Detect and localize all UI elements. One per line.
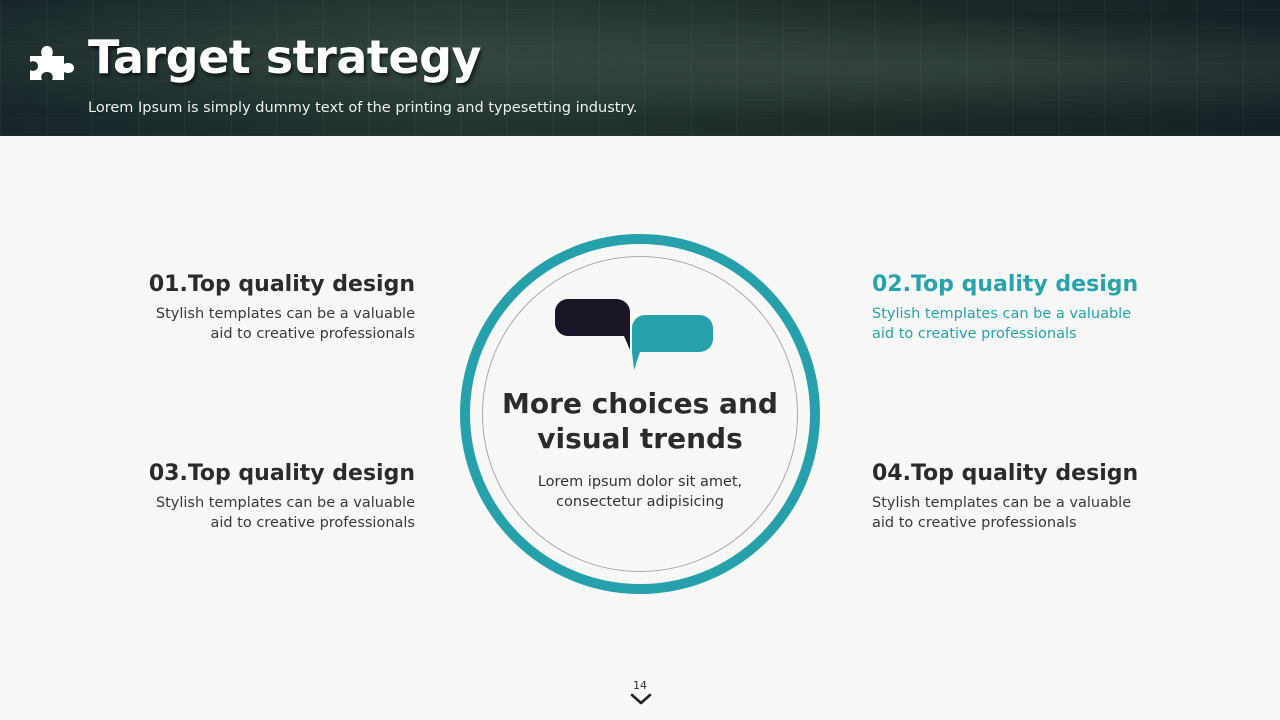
feature-description-line: Stylish templates can be a valuable xyxy=(155,306,415,322)
center-description-line: Lorem ipsum dolor sit amet, xyxy=(537,474,743,490)
feature-description-line: aid to creative professionals xyxy=(210,515,415,531)
feature-description: Stylish templates can be a valuable aid … xyxy=(85,304,415,344)
speech-bubbles-icon xyxy=(555,299,713,370)
feature-description-line: Stylish templates can be a valuable xyxy=(155,495,415,511)
center-description-line: consectetur adipisicing xyxy=(556,494,724,510)
feature-item-04: 04.Top quality design Stylish templates … xyxy=(872,460,1202,533)
center-title-line: visual trends xyxy=(537,422,743,455)
header-banner: Target strategy Lorem Ipsum is simply du… xyxy=(0,0,1280,136)
feature-title: 03.Top quality design xyxy=(148,461,415,486)
feature-description-line: Stylish templates can be a valuable xyxy=(872,495,1132,511)
center-title: More choices and visual trends xyxy=(490,386,790,456)
center-title-line: More choices and xyxy=(502,387,778,420)
feature-description: Stylish templates can be a valuable aid … xyxy=(872,493,1202,533)
feature-item-01: 01.Top quality design Stylish templates … xyxy=(85,271,415,344)
page-number: 14 xyxy=(633,679,647,692)
feature-description-line: aid to creative professionals xyxy=(872,515,1077,531)
feature-item-02: 02.Top quality design Stylish templates … xyxy=(872,271,1202,344)
feature-title: 04.Top quality design xyxy=(872,461,1139,486)
feature-description-line: aid to creative professionals xyxy=(210,326,415,342)
center-description: Lorem ipsum dolor sit amet, consectetur … xyxy=(500,472,780,512)
page-title: Target strategy xyxy=(88,30,482,84)
feature-item-03: 03.Top quality design Stylish templates … xyxy=(85,460,415,533)
feature-description: Stylish templates can be a valuable aid … xyxy=(872,304,1202,344)
page-subtitle: Lorem Ipsum is simply dummy text of the … xyxy=(88,100,638,116)
puzzle-icon xyxy=(30,46,74,80)
feature-title: 02.Top quality design xyxy=(872,272,1139,297)
feature-description: Stylish templates can be a valuable aid … xyxy=(85,493,415,533)
chevron-down-icon[interactable] xyxy=(630,692,652,706)
feature-description-line: aid to creative professionals xyxy=(872,326,1077,342)
feature-title: 01.Top quality design xyxy=(148,272,415,297)
feature-description-line: Stylish templates can be a valuable xyxy=(872,306,1132,322)
